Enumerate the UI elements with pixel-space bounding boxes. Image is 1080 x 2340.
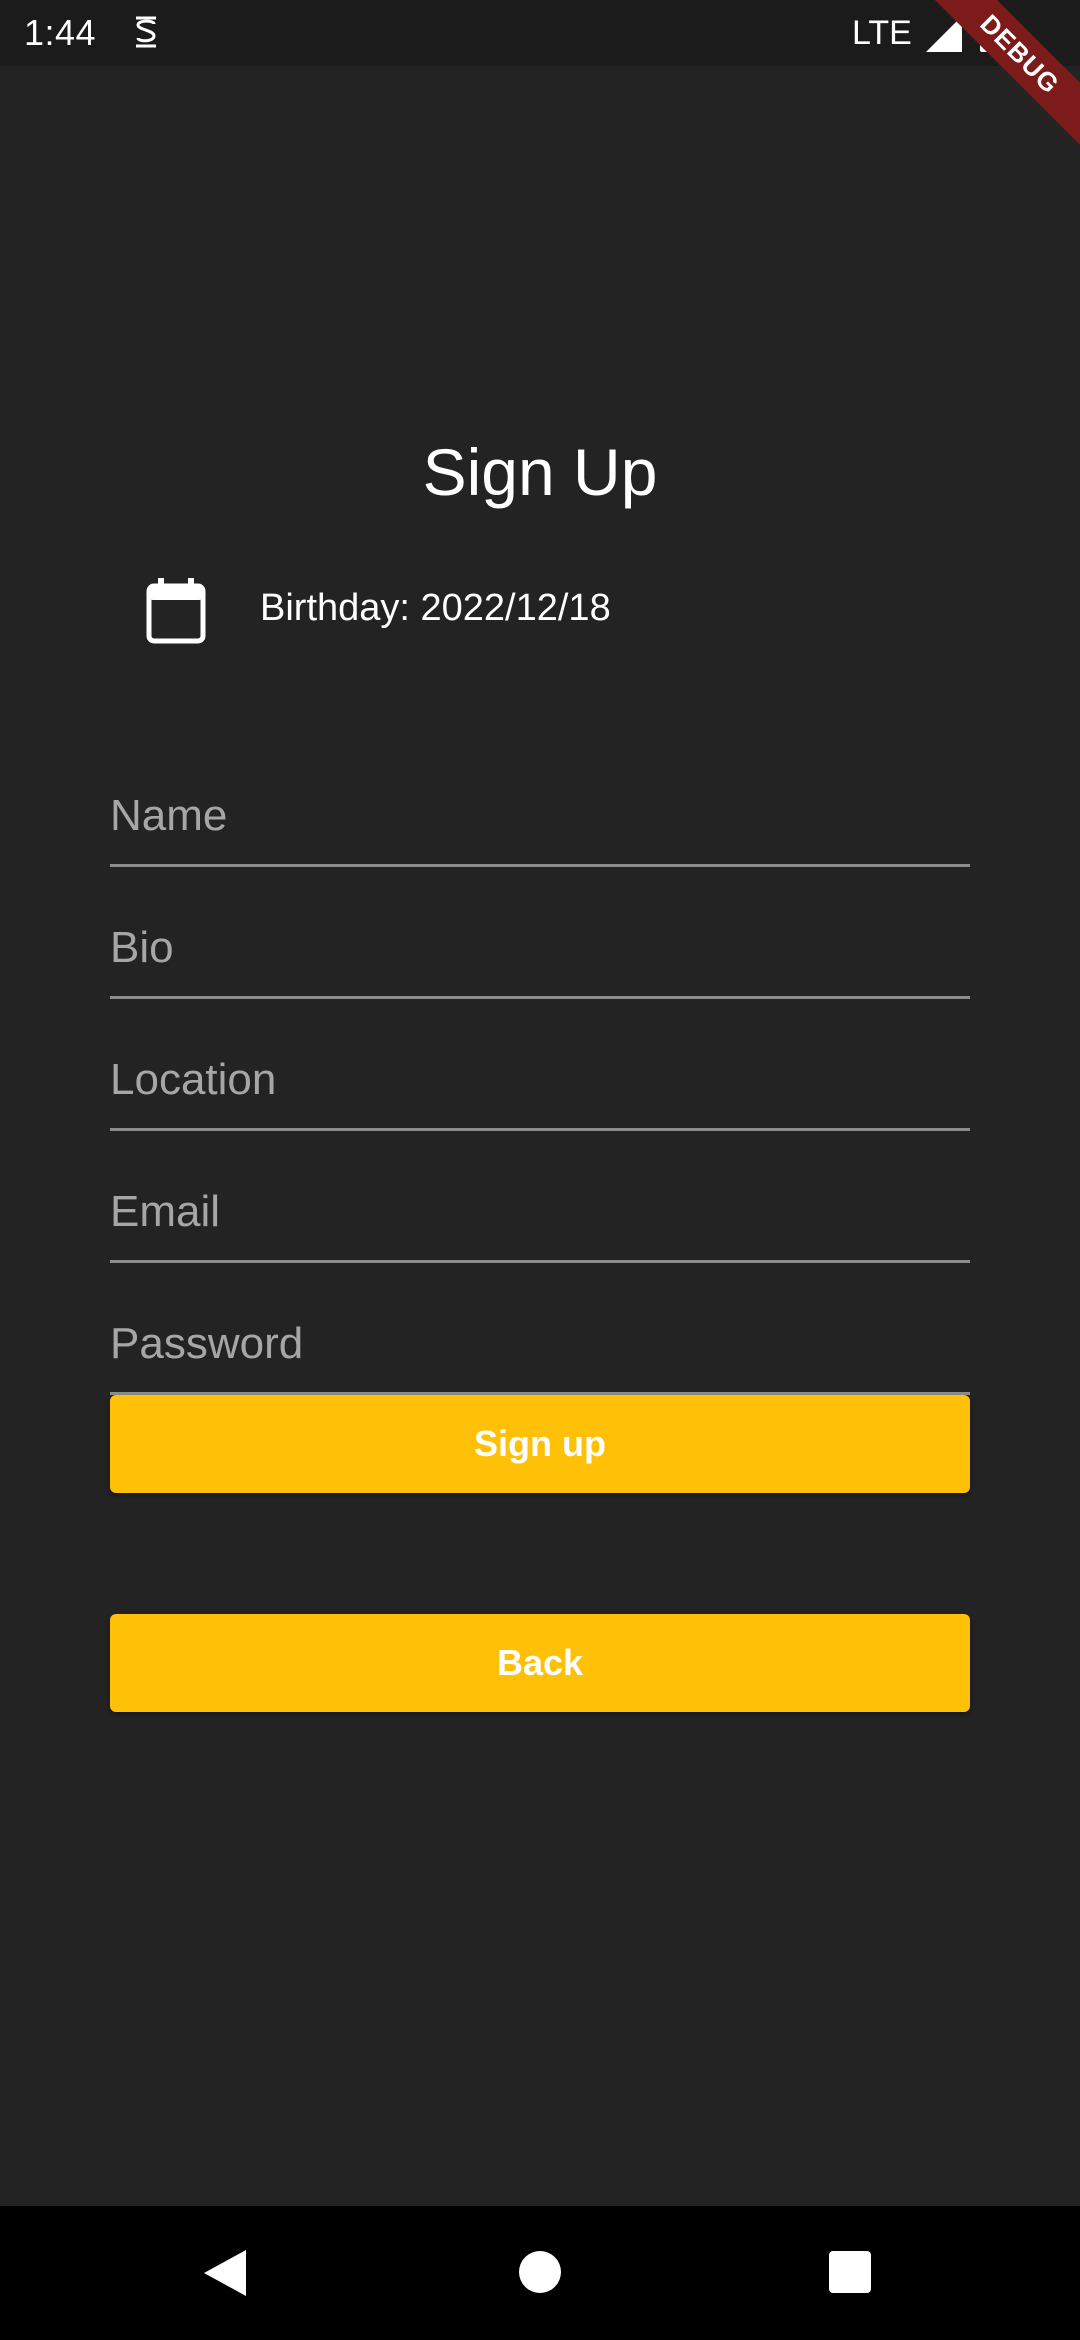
email-field[interactable] [110, 1140, 970, 1263]
password-input[interactable] [110, 1314, 970, 1374]
system-nav-bar [0, 2206, 1080, 2340]
app-notification-icon [136, 16, 156, 48]
bio-input[interactable] [110, 918, 970, 978]
back-triangle-icon[interactable] [204, 2250, 246, 2296]
location-field[interactable] [110, 1008, 970, 1131]
calendar-icon[interactable] [146, 578, 206, 644]
name-input[interactable] [110, 786, 970, 846]
location-input[interactable] [110, 1050, 970, 1110]
network-type: LTE [852, 14, 912, 52]
status-bar: 1:44 LTE [0, 0, 1080, 66]
email-input[interactable] [110, 1182, 970, 1242]
page-title: Sign Up [422, 435, 658, 509]
status-time: 1:44 [24, 12, 97, 53]
bio-field[interactable] [110, 876, 970, 999]
birthday-label: Birthday: 2022/12/18 [260, 587, 611, 629]
home-circle-icon[interactable] [518, 2250, 562, 2294]
recents-square-icon[interactable] [829, 2251, 871, 2293]
app-screen: Sign Up Birthday: 2022/12/18 Sign up Bac… [0, 66, 1080, 2206]
name-field[interactable] [110, 744, 970, 867]
sign-up-button[interactable]: Sign up [110, 1395, 970, 1493]
back-button[interactable]: Back [110, 1614, 970, 1712]
password-field[interactable] [110, 1272, 970, 1395]
